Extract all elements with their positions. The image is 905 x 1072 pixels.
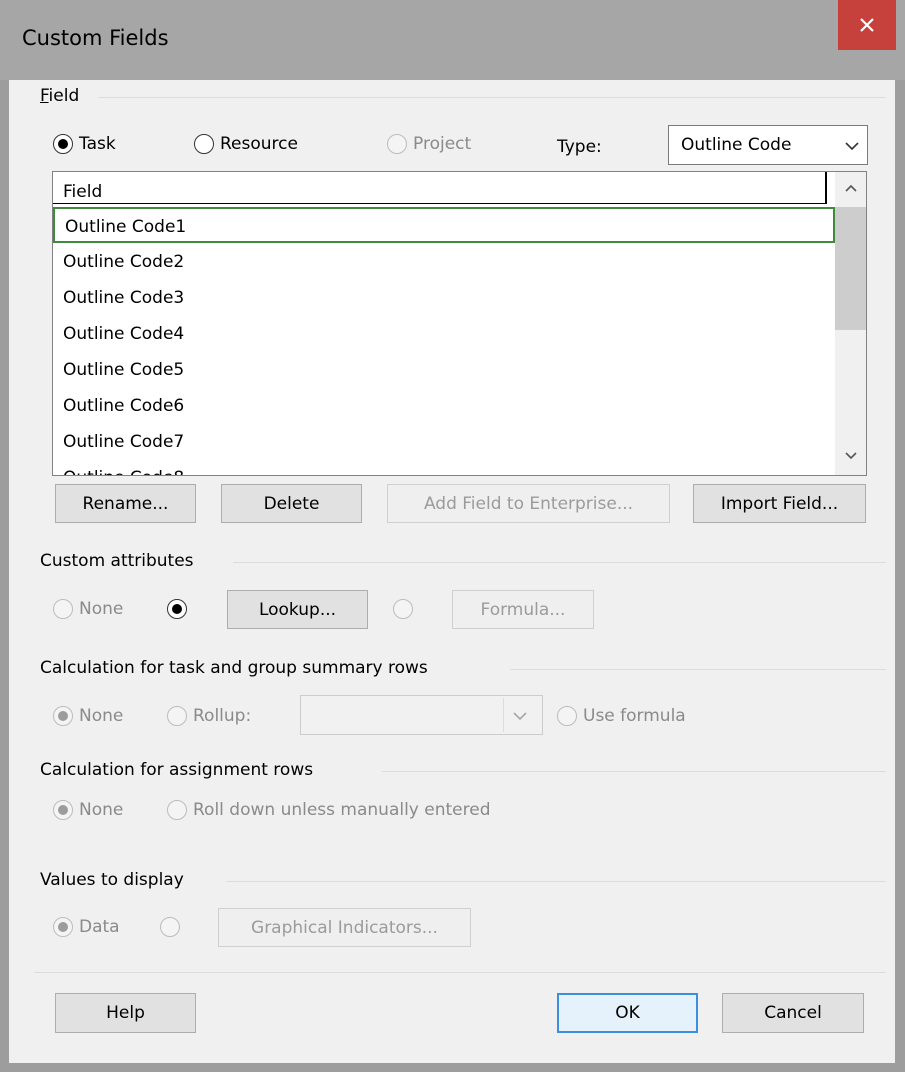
assignment-rows-divider — [382, 771, 886, 772]
task-summary-divider — [510, 669, 886, 670]
radio-project: Project — [387, 134, 471, 154]
graphical-indicators-button: Graphical Indicators... — [218, 908, 471, 947]
assignment-none-radio: None — [53, 800, 123, 820]
radio-task[interactable]: Task — [53, 134, 116, 154]
rolldown-radio: Roll down unless manually entered — [167, 800, 491, 820]
values-display-label: Values to display — [40, 870, 184, 890]
dialog-title: Custom Fields — [22, 26, 169, 50]
radio-resource-label: Resource — [220, 134, 298, 154]
type-label: Type: — [557, 137, 602, 157]
values-display-divider — [226, 881, 886, 882]
delete-button[interactable]: Delete — [221, 484, 362, 523]
footer-divider — [34, 972, 886, 973]
column-separator[interactable] — [825, 172, 827, 204]
chevron-down-icon — [513, 712, 527, 721]
title-bar: Custom Fields — [0, 0, 905, 80]
radio-resource[interactable]: Resource — [194, 134, 298, 154]
field-group-divider — [98, 97, 886, 98]
add-field-to-enterprise-button: Add Field to Enterprise... — [387, 484, 670, 523]
values-data-radio: Data — [53, 917, 120, 937]
close-icon — [860, 18, 874, 32]
radio-task-indicator[interactable] — [53, 134, 73, 154]
type-select[interactable]: Outline Code — [668, 125, 868, 165]
field-group-label: Field — [40, 86, 80, 106]
ok-button[interactable]: OK — [557, 993, 698, 1033]
summary-use-formula-radio: Use formula — [557, 706, 686, 726]
list-item[interactable]: Outline Code7 — [53, 424, 835, 460]
field-list-header[interactable]: Field — [53, 172, 827, 204]
radio-resource-indicator[interactable] — [194, 134, 214, 154]
import-field-button[interactable]: Import Field... — [693, 484, 866, 523]
radio-project-label: Project — [413, 134, 472, 154]
list-item[interactable]: Outline Code2 — [53, 244, 835, 280]
list-item[interactable]: Outline Code1 — [53, 207, 835, 243]
rename-button[interactable]: Rename... — [55, 484, 196, 523]
values-graphical-radio — [160, 917, 180, 937]
custom-attributes-divider — [233, 562, 886, 563]
lookup-button[interactable]: Lookup... — [227, 590, 368, 629]
radio-task-label: Task — [79, 134, 116, 154]
attr-formula-radio — [393, 599, 413, 619]
custom-attributes-label: Custom attributes — [40, 551, 194, 571]
list-item[interactable]: Outline Code3 — [53, 280, 835, 316]
summary-rollup-radio: Rollup: — [167, 706, 251, 726]
list-item[interactable]: Outline Code4 — [53, 316, 835, 352]
rollup-select — [300, 695, 543, 735]
cancel-button[interactable]: Cancel — [722, 993, 864, 1033]
field-list-scrollbar[interactable] — [835, 172, 866, 475]
close-button[interactable] — [838, 0, 896, 50]
list-item[interactable]: Outline Code5 — [53, 352, 835, 388]
scrollbar-thumb[interactable] — [835, 207, 866, 330]
list-item[interactable]: Outline Code8 — [53, 460, 835, 475]
chevron-down-icon — [845, 142, 859, 151]
field-list[interactable]: Field Outline Code1 Outline Code2 Outlin… — [52, 171, 867, 476]
radio-project-indicator — [387, 134, 407, 154]
custom-fields-dialog: Custom Fields Field Task Resource Projec… — [0, 0, 905, 1072]
scroll-down-icon[interactable] — [845, 452, 857, 460]
scroll-up-icon[interactable] — [845, 184, 857, 192]
assignment-rows-label: Calculation for assignment rows — [40, 760, 314, 780]
formula-button: Formula... — [452, 590, 594, 629]
summary-none-radio: None — [53, 706, 123, 726]
attr-none-radio: None — [53, 599, 123, 619]
list-item[interactable]: Outline Code6 — [53, 388, 835, 424]
task-summary-label: Calculation for task and group summary r… — [40, 658, 428, 678]
field-column-header: Field — [63, 182, 103, 202]
help-button[interactable]: Help — [55, 993, 196, 1033]
type-select-value: Outline Code — [681, 135, 792, 155]
attr-lookup-radio[interactable] — [167, 599, 187, 619]
